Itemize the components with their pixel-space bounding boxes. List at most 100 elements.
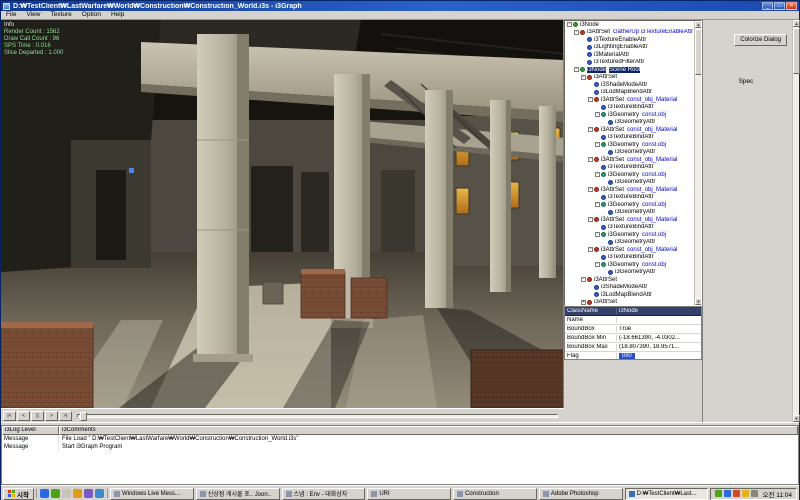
- tree-item[interactable]: i3GeometryAttr: [565, 179, 694, 187]
- maximize-button[interactable]: □: [774, 2, 785, 10]
- timeline-slider[interactable]: [77, 414, 558, 418]
- scroll-down-icon[interactable]: ▼: [695, 298, 702, 305]
- quicklaunch-icon[interactable]: [40, 489, 49, 498]
- log-row[interactable]: MessageStart i3Graph Program: [2, 443, 798, 451]
- property-row[interactable]: BoundBox Max(18.807390, 18.9571...: [565, 343, 701, 352]
- tree-item[interactable]: -i3AttrSet: [565, 276, 694, 284]
- tree-scroll-thumb[interactable]: [695, 29, 702, 75]
- tree-item[interactable]: i3TextureBindAttr: [565, 104, 694, 112]
- expand-toggle-icon[interactable]: -: [595, 172, 600, 177]
- tree-item[interactable]: -i3Node: [565, 21, 694, 29]
- expand-toggle-icon[interactable]: +: [581, 300, 586, 305]
- taskbar-task[interactable]: URI: [367, 488, 451, 500]
- expand-toggle-icon[interactable]: -: [595, 112, 600, 117]
- tree-item[interactable]: i3ShadeModeAttr: [565, 284, 694, 292]
- tree-item[interactable]: i3MaterialAttr: [565, 51, 694, 59]
- menu-help[interactable]: Help: [106, 11, 129, 19]
- log-row[interactable]: MessageFile Load " D:₩TestClient₩LastWar…: [2, 435, 798, 443]
- expand-toggle-icon[interactable]: -: [574, 67, 579, 72]
- tree-item[interactable]: i3LodMapBlendAttr: [565, 291, 694, 299]
- menu-texture[interactable]: Texture: [45, 11, 76, 19]
- tray-icon[interactable]: [724, 490, 731, 497]
- scroll-down-icon[interactable]: ▼: [793, 415, 800, 422]
- scroll-up-icon[interactable]: ▲: [695, 21, 702, 28]
- side-scroll-thumb[interactable]: [793, 28, 800, 74]
- tree-item[interactable]: i3LodMapBlendAttr: [565, 89, 694, 97]
- property-row[interactable]: Flag0x0: [565, 352, 701, 360]
- tree-item[interactable]: i3GeometryAttr: [565, 209, 694, 217]
- tree-scrollbar[interactable]: ▲ ▼: [694, 21, 701, 305]
- quicklaunch-icon[interactable]: [73, 489, 82, 498]
- log-column-comments[interactable]: i3Comments: [59, 426, 798, 435]
- tree-item[interactable]: i3TextureEnableAttr: [565, 36, 694, 44]
- tray-icon[interactable]: [751, 490, 758, 497]
- tray-icon[interactable]: [742, 490, 749, 497]
- tree-item[interactable]: i3TextureBindAttr: [565, 164, 694, 172]
- transport-button[interactable]: >: [45, 411, 58, 421]
- menu-option[interactable]: Option: [77, 11, 106, 19]
- expand-toggle-icon[interactable]: -: [567, 22, 572, 27]
- quicklaunch-icon[interactable]: [84, 489, 93, 498]
- tree-item[interactable]: i3LightingEnableAttr: [565, 44, 694, 52]
- quicklaunch-icon[interactable]: [51, 489, 60, 498]
- tree-item[interactable]: i3TextureBindAttr: [565, 224, 694, 232]
- expand-toggle-icon[interactable]: -: [588, 97, 593, 102]
- tree-item[interactable]: -i3Geometryconst.obj: [565, 141, 694, 149]
- quicklaunch-icon[interactable]: [62, 489, 71, 498]
- expand-toggle-icon[interactable]: -: [588, 157, 593, 162]
- tree-item[interactable]: i3GeometryAttr: [565, 119, 694, 127]
- close-button[interactable]: ×: [786, 2, 797, 10]
- taskbar-task[interactable]: 스냅 : Env - 대화상자: [282, 488, 366, 500]
- transport-button[interactable]: ||: [31, 411, 44, 421]
- titlebar[interactable]: D:₩TestClient₩LastWarfare₩World₩Construc…: [1, 1, 799, 11]
- expand-toggle-icon[interactable]: -: [595, 202, 600, 207]
- taskbar-task[interactable]: Construction: [453, 488, 537, 500]
- expand-toggle-icon[interactable]: -: [588, 247, 593, 252]
- taskbar-task[interactable]: 신상점 게시물 포.. Joon..: [196, 488, 280, 500]
- tree-item[interactable]: -i3Geometryconst.obj: [565, 171, 694, 179]
- log-column-level[interactable]: i3Log Level: [2, 426, 59, 435]
- tree-item[interactable]: -i3AttrSetconst_obj_Material: [565, 156, 694, 164]
- tree-item[interactable]: i3TextureBindAttr: [565, 254, 694, 262]
- tree-item[interactable]: -i3AttrSet: [565, 74, 694, 82]
- tree-item[interactable]: +i3AttrSet: [565, 299, 694, 306]
- tree-item[interactable]: -i3AttrSetconst_obj_Material: [565, 186, 694, 194]
- expand-toggle-icon[interactable]: -: [574, 30, 579, 35]
- taskbar-task[interactable]: Adobe Photoshop: [539, 488, 623, 500]
- tree-item[interactable]: -i3AttrSetGatherUp i3TextureEnableAttr: [565, 29, 694, 37]
- tree-item[interactable]: -i3AttrSetconst_obj_Material: [565, 126, 694, 134]
- tree-item[interactable]: i3GeometryAttr: [565, 239, 694, 247]
- tree-item[interactable]: -i3Geometryconst.obj: [565, 201, 694, 209]
- scroll-up-icon[interactable]: ▲: [793, 20, 800, 27]
- tray-icon[interactable]: [715, 490, 722, 497]
- tree-item[interactable]: -i3Geometryconst.obj: [565, 111, 694, 119]
- tree-item[interactable]: i3TexturedFilterAttr: [565, 59, 694, 67]
- expand-toggle-icon[interactable]: -: [595, 262, 600, 267]
- start-button[interactable]: 시작: [3, 488, 34, 500]
- tree-item[interactable]: i3TextureBindAttr: [565, 194, 694, 202]
- tree-item[interactable]: -i3Geometryconst.obj: [565, 261, 694, 269]
- transport-button[interactable]: |<: [3, 411, 16, 421]
- expand-toggle-icon[interactable]: -: [581, 277, 586, 282]
- taskbar-task[interactable]: Windows Live Mess...: [110, 488, 194, 500]
- expand-toggle-icon[interactable]: -: [595, 232, 600, 237]
- tree-item[interactable]: i3GeometryAttr: [565, 269, 694, 277]
- minimize-button[interactable]: _: [762, 2, 773, 10]
- expand-toggle-icon[interactable]: -: [588, 217, 593, 222]
- expand-toggle-icon[interactable]: -: [588, 127, 593, 132]
- expand-toggle-icon[interactable]: -: [595, 142, 600, 147]
- viewport-3d[interactable]: InfoRender Count : 1562Draw Call Count :…: [1, 20, 564, 408]
- quicklaunch-icon[interactable]: [95, 489, 104, 498]
- expand-toggle-icon[interactable]: -: [581, 75, 586, 80]
- tree-item[interactable]: i3TextureBindAttr: [565, 134, 694, 142]
- tree-item[interactable]: -i3AttrSetconst_obj_Material: [565, 216, 694, 224]
- tree-item[interactable]: i3ShadeModeAttr: [565, 81, 694, 89]
- tray-icon[interactable]: [733, 490, 740, 497]
- property-row[interactable]: BoundBox Min(-18.661390, -4.0302...: [565, 334, 701, 343]
- expand-toggle-icon[interactable]: -: [588, 187, 593, 192]
- timeline-thumb[interactable]: [80, 412, 87, 421]
- tree-item[interactable]: -i3Geometryconst.obj: [565, 231, 694, 239]
- property-row[interactable]: Name: [565, 316, 701, 325]
- taskbar-task[interactable]: D:₩TestClient₩Last...: [625, 488, 709, 500]
- property-row[interactable]: BoundBoxTrue: [565, 325, 701, 334]
